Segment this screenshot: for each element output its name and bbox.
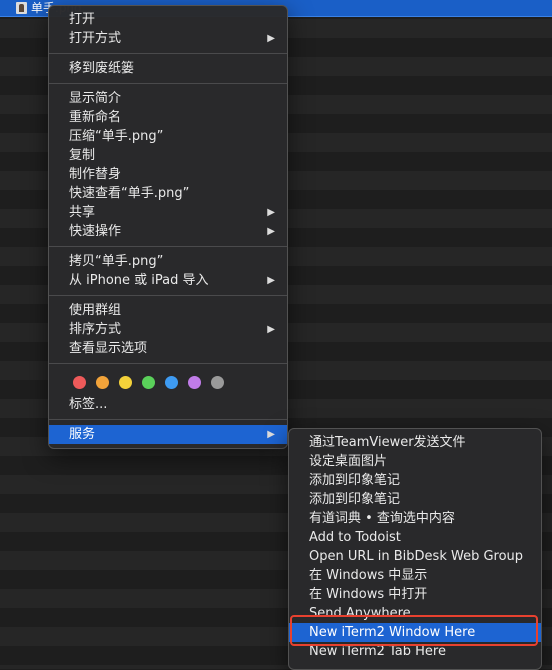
tag-color-row [49, 369, 287, 395]
menu-item-label: 压缩“单手.png” [69, 129, 164, 144]
menu-item-3-0[interactable]: 拷贝“单手.png” [49, 252, 287, 271]
menu-item-4-1[interactable]: 排序方式 ▶ [49, 320, 287, 339]
menu-item-label: 快速操作 [69, 224, 122, 239]
menu-item-label: 拷贝“单手.png” [69, 254, 164, 269]
tag-color-dot-5[interactable] [188, 375, 201, 389]
tag-color-dot-2[interactable] [119, 375, 132, 389]
service-item-8[interactable]: 在 Windows 中打开 [289, 585, 541, 604]
service-item-2[interactable]: 添加到印象笔记 [289, 471, 541, 490]
menu-item-label: 制作替身 [69, 167, 122, 182]
service-item-label: 设定桌面图片 [309, 454, 388, 469]
service-item-6[interactable]: Open URL in BibDesk Web Group [289, 547, 541, 566]
menu-item-2-0[interactable]: 显示简介 [49, 89, 287, 108]
submenu-arrow-icon: ▶ [267, 207, 275, 218]
service-item-label: 在 Windows 中显示 [309, 568, 428, 583]
service-item-1[interactable]: 设定桌面图片 [289, 452, 541, 471]
menu-item-label: 使用群组 [69, 303, 122, 318]
submenu-arrow-icon: ▶ [267, 429, 275, 440]
menu-item-4-0[interactable]: 使用群组 [49, 301, 287, 320]
menu-item-2-7[interactable]: 快速操作 ▶ [49, 222, 287, 241]
service-item-7[interactable]: 在 Windows 中显示 [289, 566, 541, 585]
submenu-arrow-icon: ▶ [267, 33, 275, 44]
service-item-label: Add to Todoist [309, 530, 401, 545]
menu-item-label: 服务 [69, 427, 96, 442]
menu-item-label: 打开 [69, 12, 96, 27]
service-item-label: New iTerm2 Tab Here [309, 644, 446, 659]
menu-item-label: 打开方式 [69, 31, 122, 46]
menu-item-2-3[interactable]: 复制 [49, 146, 287, 165]
menu-item-label: 从 iPhone 或 iPad 导入 [69, 273, 209, 288]
service-item-label: Open URL in BibDesk Web Group [309, 549, 524, 564]
tag-color-dot-3[interactable] [142, 375, 155, 389]
menu-item-2-5[interactable]: 快速查看“单手.png” [49, 184, 287, 203]
tag-color-dot-0[interactable] [73, 375, 86, 389]
image-file-icon [16, 2, 27, 14]
menu-separator [49, 83, 287, 84]
submenu-arrow-icon: ▶ [267, 275, 275, 286]
context-menu: 打开打开方式 ▶ 移到废纸篓显示简介重新命名压缩“单手.png” 复制制作替身快速查看… [48, 5, 288, 449]
service-item-0[interactable]: 通过TeamViewer发送文件 [289, 433, 541, 452]
menu-item-label: 重新命名 [69, 110, 122, 125]
service-item-4[interactable]: 有道词典 • 查询选中内容 [289, 509, 541, 528]
menu-separator [49, 363, 287, 364]
menu-item-3-1[interactable]: 从 iPhone 或 iPad 导入 ▶ [49, 271, 287, 290]
menu-item-0-1[interactable]: 打开方式 ▶ [49, 29, 287, 48]
menu-item-2-6[interactable]: 共享 ▶ [49, 203, 287, 222]
menu-item-label: 标签... [69, 397, 108, 412]
menu-item-2-4[interactable]: 制作替身 [49, 165, 287, 184]
menu-item-tags[interactable]: 标签... [49, 395, 287, 414]
menu-separator [49, 419, 287, 420]
service-item-5[interactable]: Add to Todoist [289, 528, 541, 547]
submenu-arrow-icon: ▶ [267, 324, 275, 335]
tag-color-dot-4[interactable] [165, 375, 178, 389]
menu-item-0-0[interactable]: 打开 [49, 10, 287, 29]
tag-color-dot-6[interactable] [211, 375, 224, 389]
menu-item-label: 查看显示选项 [69, 341, 148, 356]
tag-color-dot-1[interactable] [96, 375, 109, 389]
service-item-label: 通过TeamViewer发送文件 [309, 435, 466, 450]
annotation-highlight-box [290, 615, 538, 646]
service-item-3[interactable]: 添加到印象笔记 [289, 490, 541, 509]
menu-separator [49, 53, 287, 54]
service-item-label: 添加到印象笔记 [309, 492, 401, 507]
service-item-label: 有道词典 • 查询选中内容 [309, 511, 455, 526]
menu-item-2-1[interactable]: 重新命名 [49, 108, 287, 127]
menu-separator [49, 246, 287, 247]
menu-item-4-2[interactable]: 查看显示选项 [49, 339, 287, 358]
menu-item-label: 显示简介 [69, 91, 122, 106]
menu-item-label: 快速查看“单手.png” [69, 186, 190, 201]
service-item-label: 添加到印象笔记 [309, 473, 401, 488]
menu-item-label: 共享 [69, 205, 96, 220]
menu-separator [49, 295, 287, 296]
menu-item-1-0[interactable]: 移到废纸篓 [49, 59, 287, 78]
service-item-label: 在 Windows 中打开 [309, 587, 428, 602]
menu-item-label: 移到废纸篓 [69, 61, 135, 76]
menu-item-2-2[interactable]: 压缩“单手.png” [49, 127, 287, 146]
menu-item-label: 排序方式 [69, 322, 122, 337]
menu-item-label: 复制 [69, 148, 96, 163]
menu-item-services[interactable]: 服务 ▶ [49, 425, 287, 444]
submenu-arrow-icon: ▶ [267, 226, 275, 237]
